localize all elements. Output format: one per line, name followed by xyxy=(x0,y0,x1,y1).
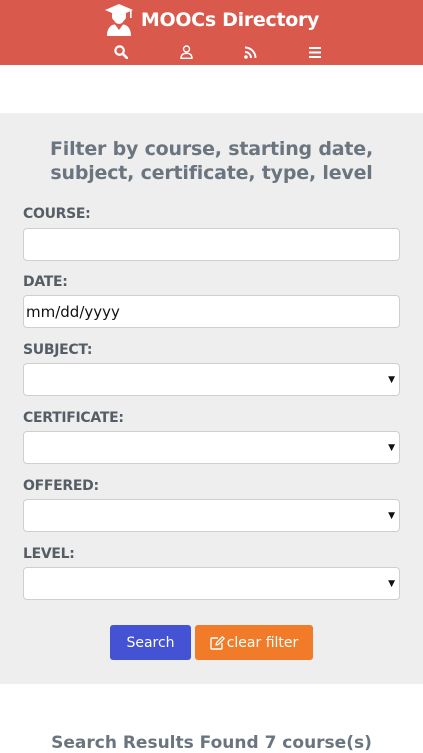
clear-filter-label: clear filter xyxy=(226,634,299,651)
search-icon xyxy=(114,45,128,59)
filter-title: Filter by course, starting date, subject… xyxy=(20,137,403,185)
graduate-icon xyxy=(104,4,133,36)
header-nav xyxy=(0,43,423,61)
app-title: MOOCs Directory xyxy=(140,9,320,31)
level-label: LEVEL: xyxy=(23,546,75,562)
brand[interactable]: MOOCs Directory xyxy=(0,4,423,36)
caret-down-icon: ▼ xyxy=(388,579,395,589)
nav-user-button[interactable] xyxy=(174,43,198,61)
caret-down-icon: ▼ xyxy=(388,375,395,385)
caret-down-icon: ▼ xyxy=(388,443,395,453)
menu-icon xyxy=(309,46,321,58)
search-button-label: Search xyxy=(126,634,175,651)
subject-select[interactable]: ▼ xyxy=(23,363,400,396)
offered-select[interactable]: ▼ xyxy=(23,499,400,532)
caret-down-icon: ▼ xyxy=(388,511,395,521)
header-bar: MOOCs Directory xyxy=(0,0,423,65)
edit-icon xyxy=(210,635,225,650)
clear-filter-button[interactable]: clear filter xyxy=(195,625,313,660)
course-input[interactable] xyxy=(24,229,399,260)
nav-menu-button[interactable] xyxy=(303,43,327,61)
offered-label: OFFERED: xyxy=(23,478,99,494)
filter-panel: Filter by course, starting date, subject… xyxy=(0,113,423,684)
rss-icon xyxy=(243,46,256,59)
date-field[interactable]: mm/dd/yyyy xyxy=(23,295,400,328)
course-label: COURSE: xyxy=(23,206,91,222)
subject-label: SUBJECT: xyxy=(23,342,93,358)
nav-rss-button[interactable] xyxy=(238,43,262,61)
user-icon xyxy=(179,45,193,59)
level-select[interactable]: ▼ xyxy=(23,567,400,600)
date-input-placeholder: mm/dd/yyyy xyxy=(26,303,120,321)
results-heading: Search Results Found 7 course(s) xyxy=(51,733,372,753)
filter-title-line2: subject, certificate, type, level xyxy=(50,162,373,184)
date-label: DATE: xyxy=(23,274,68,290)
search-button[interactable]: Search xyxy=(110,625,191,660)
filter-title-line1: Filter by course, starting date, xyxy=(50,138,373,160)
nav-search-button[interactable] xyxy=(109,43,133,61)
certificate-select[interactable]: ▼ xyxy=(23,431,400,464)
certificate-label: CERTIFICATE: xyxy=(23,410,124,426)
course-field[interactable] xyxy=(23,228,400,261)
